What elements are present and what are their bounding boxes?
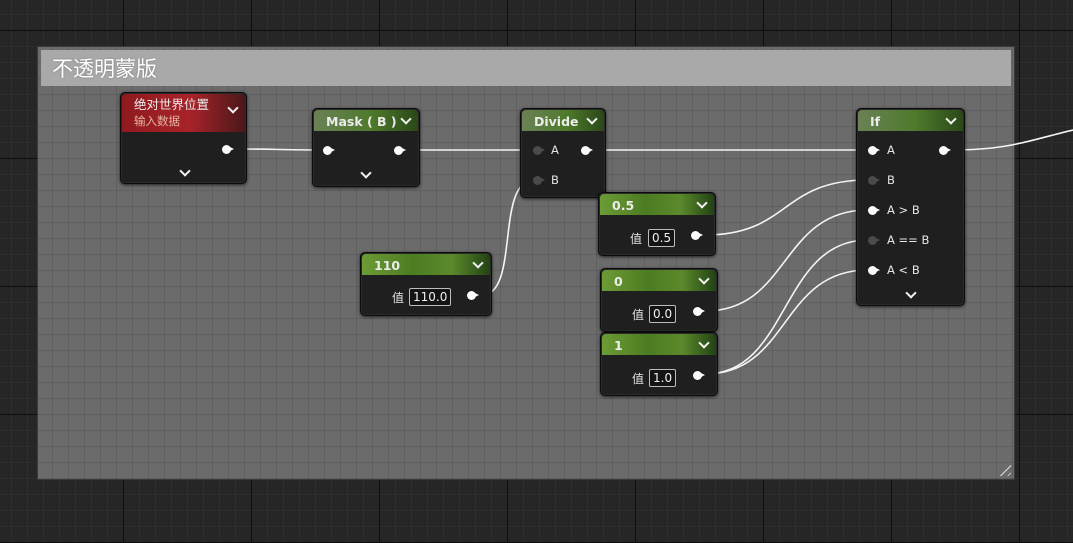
input-pin-a-less-b[interactable]: [868, 266, 880, 275]
input-pin-b[interactable]: [868, 176, 880, 185]
node-header: 1: [602, 334, 716, 355]
node-title: 0: [614, 274, 623, 289]
node-header: Divide: [522, 110, 604, 131]
value-label: 值: [632, 372, 645, 386]
wire-if-out: [950, 129, 1073, 151]
node-header: 0.5: [600, 194, 714, 215]
chevron-down-icon[interactable]: [945, 113, 957, 125]
node-title: If: [870, 114, 881, 129]
pin-label-b: B: [551, 173, 559, 187]
node-title: 1: [614, 338, 623, 353]
node-title: 0.5: [612, 198, 635, 213]
pin-label-a: A: [551, 143, 559, 157]
wire-0-to-if-agb: [704, 209, 869, 312]
node-constant-1[interactable]: 1 值 1.0: [600, 332, 718, 396]
input-pin-a[interactable]: [533, 146, 545, 155]
node-header: If: [858, 110, 963, 131]
node-constant-110[interactable]: 110 值 110.0: [360, 252, 492, 316]
node-header: 0: [602, 270, 716, 291]
node-header: 绝对世界位置 输入数据: [122, 94, 245, 132]
output-pin[interactable]: [394, 146, 406, 155]
pin-label-a-equals-b: A == B: [887, 233, 930, 247]
wire-1-to-if-alb: [704, 269, 869, 375]
input-pin[interactable]: [323, 146, 335, 155]
value-field[interactable]: 110.0: [409, 288, 452, 306]
node-absolute-world-position[interactable]: 绝对世界位置 输入数据: [120, 92, 247, 184]
node-title: Mask ( B ): [326, 114, 397, 129]
pin-label-b: B: [887, 173, 895, 187]
wire-05-to-if-b: [704, 179, 869, 236]
value-label: 值: [630, 232, 643, 246]
output-pin[interactable]: [691, 231, 703, 240]
pin-label-a-less-b: A < B: [887, 263, 920, 277]
output-pin[interactable]: [939, 146, 951, 155]
input-pin-a[interactable]: [868, 146, 880, 155]
node-title: 110: [374, 258, 401, 273]
node-if[interactable]: If A B A > B A == B A < B: [856, 108, 965, 306]
chevron-down-icon[interactable]: [586, 113, 598, 125]
pin-label-a: A: [887, 143, 895, 157]
node-header: Mask ( B ): [314, 110, 418, 131]
output-pin[interactable]: [467, 291, 479, 300]
output-pin[interactable]: [222, 145, 234, 154]
input-pin-b[interactable]: [533, 176, 545, 185]
node-header: 110: [362, 254, 490, 275]
input-pin-a-equals-b[interactable]: [868, 236, 880, 245]
expand-chevron-icon[interactable]: [905, 287, 917, 299]
node-mask[interactable]: Mask ( B ): [312, 108, 420, 187]
node-subtitle: 输入数据: [134, 114, 180, 128]
value-field[interactable]: 0.0: [649, 305, 677, 323]
chevron-down-icon[interactable]: [698, 337, 710, 349]
node-title: 绝对世界位置: [134, 97, 210, 112]
chevron-down-icon[interactable]: [696, 197, 708, 209]
node-constant-0-5[interactable]: 0.5 值 0.5: [598, 192, 716, 256]
chevron-down-icon[interactable]: [227, 102, 239, 114]
chevron-down-icon[interactable]: [698, 273, 710, 285]
chevron-down-icon[interactable]: [472, 257, 484, 269]
value-label: 值: [632, 308, 645, 322]
node-divide[interactable]: Divide A B: [520, 108, 606, 198]
node-title: Divide: [534, 114, 579, 129]
output-pin[interactable]: [693, 371, 705, 380]
chevron-down-icon[interactable]: [400, 113, 412, 125]
input-pin-a-greater-b[interactable]: [868, 206, 880, 215]
value-label: 值: [392, 291, 405, 305]
value-field[interactable]: 1.0: [649, 369, 677, 387]
expand-chevron-icon[interactable]: [360, 167, 372, 179]
pin-label-a-greater-b: A > B: [887, 203, 920, 217]
node-constant-0[interactable]: 0 值 0.0: [600, 268, 718, 332]
expand-chevron-icon[interactable]: [179, 165, 191, 177]
value-field[interactable]: 0.5: [648, 229, 676, 247]
output-pin[interactable]: [693, 307, 705, 316]
output-pin[interactable]: [581, 146, 593, 155]
